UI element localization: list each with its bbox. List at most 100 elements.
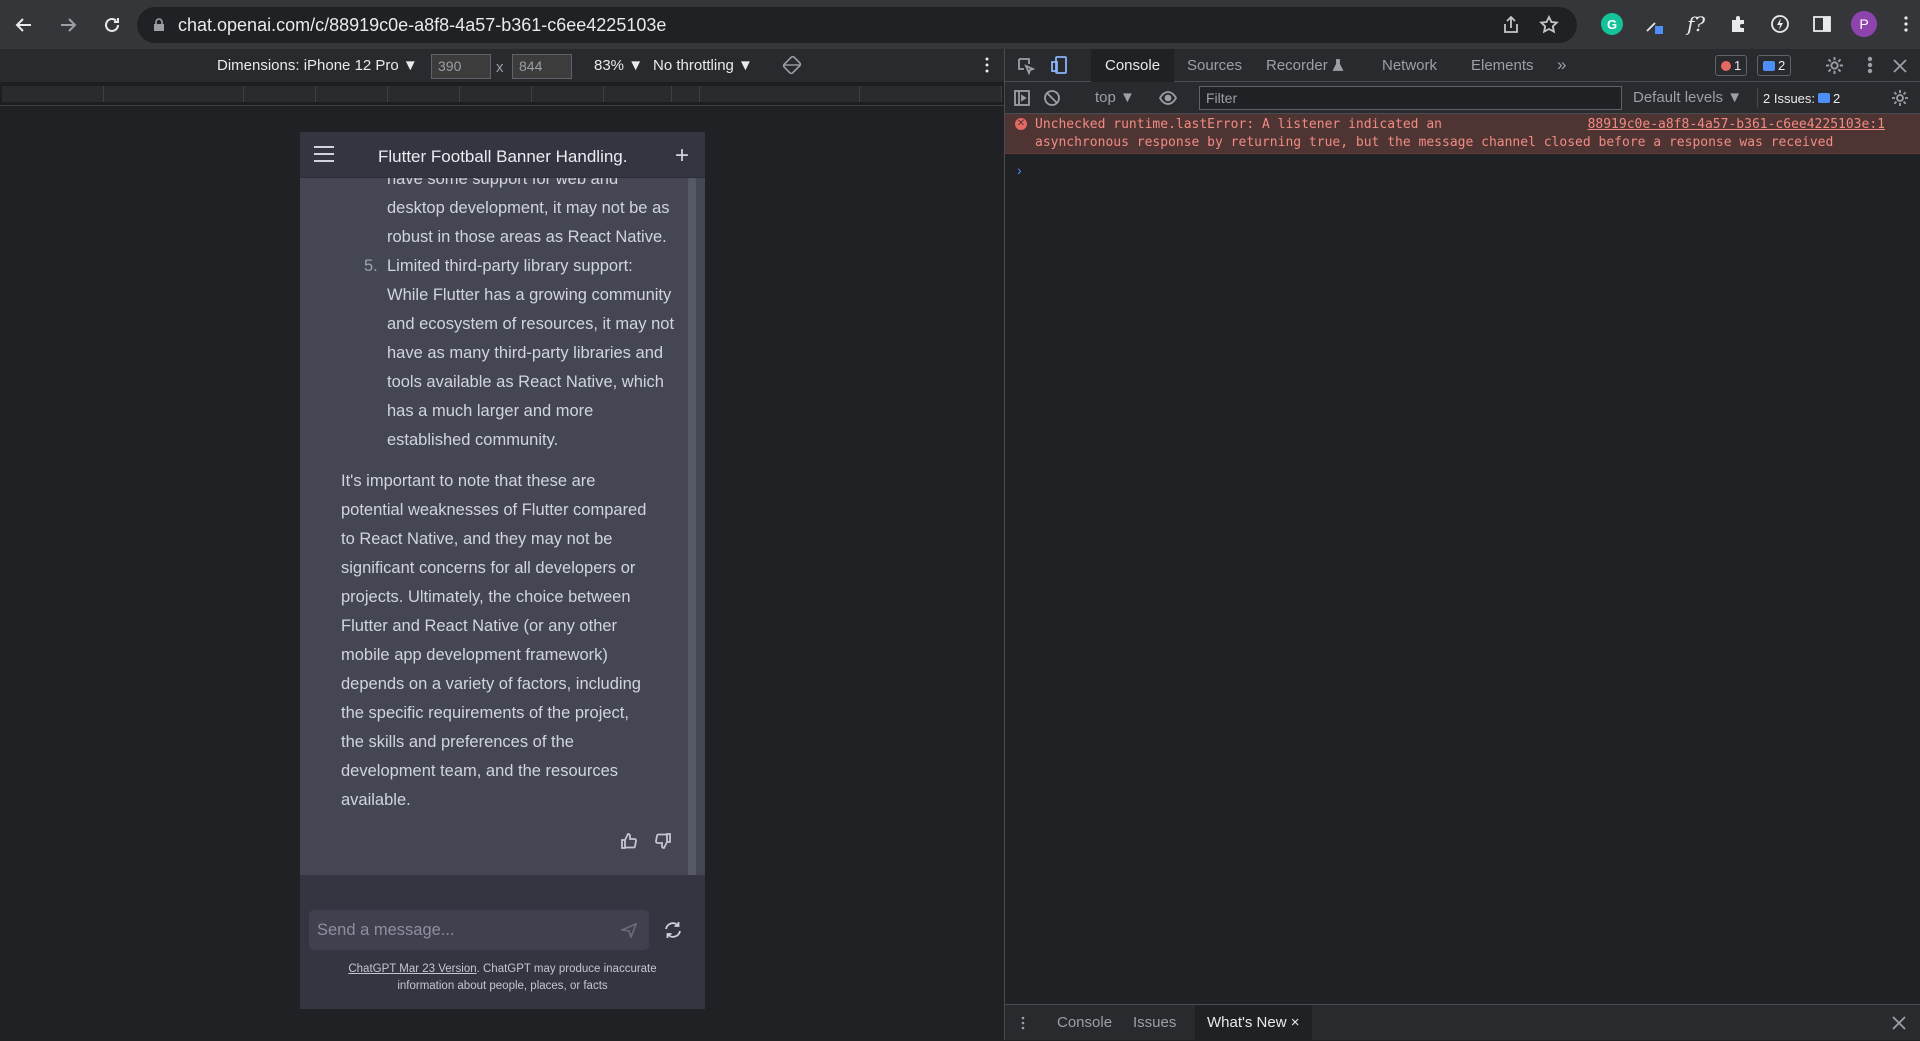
regenerate-button[interactable] xyxy=(663,920,683,940)
device-dimensions-select[interactable]: Dimensions: iPhone 12 Pro ▼ xyxy=(217,57,418,74)
ruler-segment[interactable] xyxy=(316,86,388,102)
avatar: P xyxy=(1851,11,1877,37)
tab-sources[interactable]: Sources xyxy=(1173,49,1256,82)
device-height-input[interactable]: 844 xyxy=(512,54,572,79)
list-item-4-continued: robust in those areas as React Native. xyxy=(364,223,684,252)
log-levels-select[interactable]: Default levels ▼ xyxy=(1633,89,1742,106)
disclaimer-text: ChatGPT Mar 23 Version. ChatGPT may prod… xyxy=(320,961,685,995)
list-item-4-continued: desktop development, it may not be as xyxy=(364,194,684,223)
sidebar-toggle-icon[interactable] xyxy=(1013,89,1031,107)
side-panel-icon xyxy=(1813,16,1831,32)
thumbs-down-icon[interactable] xyxy=(654,832,672,850)
message-text-line: mobile app development framework) xyxy=(341,646,608,664)
issues-badge[interactable]: 2 Issues: 2 xyxy=(1757,87,1845,109)
performance-extension[interactable] xyxy=(1766,9,1794,39)
ruler-segment[interactable] xyxy=(460,86,532,102)
rotate-icon[interactable] xyxy=(782,55,802,75)
message-text-line: tools available as React Native, which xyxy=(387,373,664,391)
message-count-badge[interactable]: 2 xyxy=(1757,55,1792,76)
devtools-drawer: Console Issues What's New × xyxy=(1005,1004,1920,1041)
ruler-segment[interactable] xyxy=(672,86,700,102)
message-text-line: desktop development, it may not be as xyxy=(387,199,670,217)
grammarly-extension[interactable]: G xyxy=(1598,9,1626,39)
message-text-line: potential weaknesses of Flutter compared xyxy=(341,501,647,519)
hamburger-menu-icon[interactable] xyxy=(314,146,334,162)
assistant-message: have some support for web and desktop de… xyxy=(341,170,684,815)
more-tabs-button[interactable]: » xyxy=(1543,49,1580,82)
font-f-icon: f? xyxy=(1686,12,1706,36)
list-item-5: 5. Limited third-party library support: … xyxy=(364,252,684,455)
ruler-segment[interactable] xyxy=(860,86,1002,102)
console-settings-gear-icon[interactable] xyxy=(1891,89,1909,107)
tab-elements[interactable]: Elements xyxy=(1457,49,1548,82)
message-text-line: the specific requirements of the project… xyxy=(341,704,629,722)
tab-console[interactable]: Console xyxy=(1091,49,1175,82)
issues-count: 2 xyxy=(1833,90,1841,106)
close-devtools-icon[interactable] xyxy=(1891,57,1909,75)
context-select[interactable]: top ▼ xyxy=(1095,89,1135,106)
devtools-panel: Console Sources Recorder Network Element… xyxy=(1004,49,1920,1041)
inspect-element-icon[interactable] xyxy=(1017,57,1035,75)
message-input[interactable]: Send a message... xyxy=(309,910,649,950)
font-extension[interactable]: f? xyxy=(1682,9,1710,39)
devtools-menu-icon[interactable] xyxy=(1861,56,1879,74)
message-text-line: development team, and the resources xyxy=(341,762,618,780)
message-text-line: available. xyxy=(341,791,411,809)
browser-menu-button[interactable] xyxy=(1892,9,1920,39)
settings-gear-icon[interactable] xyxy=(1825,56,1844,75)
ruler-segment[interactable] xyxy=(388,86,460,102)
reload-button[interactable] xyxy=(92,5,132,45)
refresh-icon xyxy=(665,922,681,938)
share-icon[interactable] xyxy=(1501,15,1521,35)
back-button[interactable] xyxy=(4,5,44,45)
ruler-segment[interactable] xyxy=(604,86,672,102)
bookmark-star-icon[interactable] xyxy=(1539,15,1559,35)
send-icon[interactable] xyxy=(621,922,637,938)
device-width-input[interactable]: 390 xyxy=(431,54,491,79)
version-link[interactable]: ChatGPT Mar 23 Version xyxy=(348,963,476,975)
message-text-line: the skills and preferences of the xyxy=(341,733,574,751)
eye-icon[interactable] xyxy=(1159,89,1177,107)
disclaimer-part: information about people, places, or fac… xyxy=(397,980,608,992)
profile-button[interactable]: P xyxy=(1850,9,1878,39)
drawer-tab-console[interactable]: Console xyxy=(1045,1005,1124,1041)
ruler-segment[interactable] xyxy=(244,86,316,102)
throttling-select[interactable]: No throttling ▼ xyxy=(653,57,753,74)
error-count-badge[interactable]: 1 xyxy=(1715,55,1748,76)
tab-recorder[interactable]: Recorder xyxy=(1252,49,1358,82)
close-tab-icon[interactable]: × xyxy=(1291,1014,1300,1031)
composer-area: Send a message... ChatGPT Mar 23 Version… xyxy=(300,875,705,1009)
ruler-segment[interactable] xyxy=(104,86,244,102)
console-prompt[interactable]: › xyxy=(1017,162,1022,178)
url-text: chat.openai.com/c/88919c0e-a8f8-4a57-b36… xyxy=(178,14,667,35)
zoom-select[interactable]: 83% ▼ xyxy=(594,57,643,74)
drawer-tab-whats-new[interactable]: What's New × xyxy=(1195,1005,1312,1041)
close-drawer-icon[interactable] xyxy=(1891,1015,1907,1031)
message-text-line: established community. xyxy=(387,431,559,449)
ruler-segment[interactable] xyxy=(700,86,860,102)
browser-toolbar: chat.openai.com/c/88919c0e-a8f8-4a57-b36… xyxy=(0,0,1920,49)
message-text-line: Flutter and React Native (or any other xyxy=(341,617,618,635)
error-source-link[interactable]: 88919c0e-a8f8-4a57-b361-c6ee4225103e:1 xyxy=(1588,116,1885,134)
side-panel-button[interactable] xyxy=(1808,9,1836,39)
device-toolbar-menu-icon[interactable] xyxy=(977,55,997,75)
forward-button[interactable] xyxy=(48,5,88,45)
thumbs-up-icon[interactable] xyxy=(620,832,638,850)
flask-icon xyxy=(1332,59,1344,71)
device-toggle-icon[interactable] xyxy=(1051,56,1069,74)
chat-scrollbar[interactable] xyxy=(688,178,696,878)
error-icon xyxy=(1721,60,1731,71)
extensions-button[interactable] xyxy=(1724,9,1752,39)
new-chat-plus-icon[interactable]: + xyxy=(675,142,689,170)
ruler-segment[interactable] xyxy=(2,86,104,102)
address-bar[interactable]: chat.openai.com/c/88919c0e-a8f8-4a57-b36… xyxy=(137,7,1577,43)
drawer-tab-issues[interactable]: Issues xyxy=(1121,1005,1188,1041)
drawer-menu-icon[interactable] xyxy=(1015,1015,1031,1031)
phone-screen: have some support for web and desktop de… xyxy=(300,132,705,1009)
ruler-segment[interactable] xyxy=(532,86,604,102)
message-text-line: significant concerns for all developers … xyxy=(341,559,636,577)
clear-console-icon[interactable] xyxy=(1043,89,1061,107)
filter-input[interactable]: Filter xyxy=(1199,86,1622,110)
eyedropper-extension[interactable] xyxy=(1640,9,1668,39)
tab-network[interactable]: Network xyxy=(1368,49,1451,82)
